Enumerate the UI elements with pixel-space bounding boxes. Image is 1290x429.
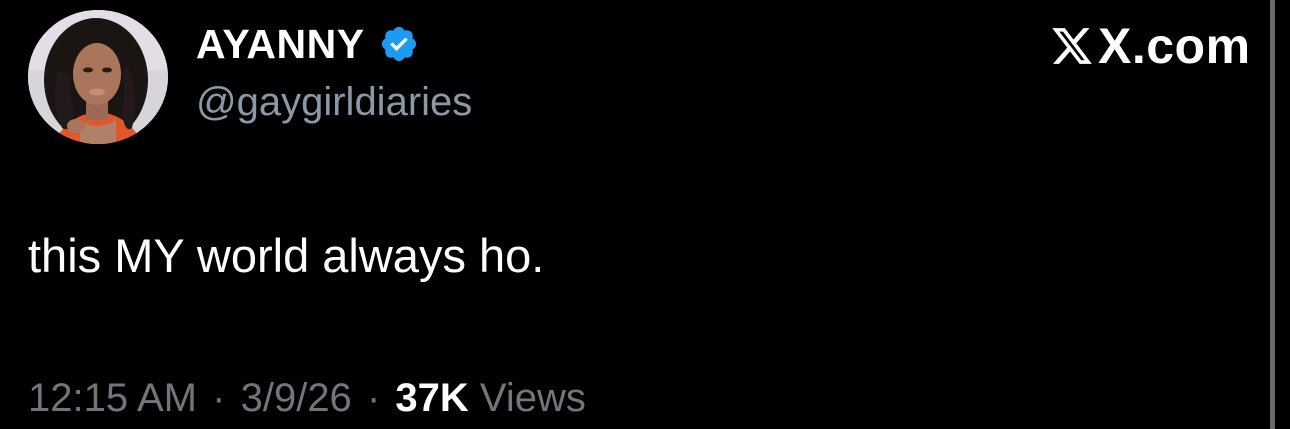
author-name-row[interactable]: AYANNY — [196, 18, 419, 70]
x-logo-icon — [1052, 28, 1092, 64]
tweet-card: AYANNY @gaygirldiaries X.com this MY wor… — [0, 0, 1268, 429]
meta-separator: · — [366, 376, 381, 420]
scrollbar[interactable] — [1270, 0, 1275, 429]
tweet-date[interactable]: 3/9/26 — [241, 376, 352, 420]
verified-badge-icon — [381, 26, 416, 62]
views-label: Views — [479, 376, 586, 420]
tweet-meta: 12:15 AM · 3/9/26 · 37K Views — [28, 376, 586, 421]
avatar[interactable] — [28, 10, 168, 144]
brand-text: X.com — [1098, 18, 1251, 74]
views-count: 37K — [395, 376, 469, 420]
meta-separator: · — [212, 376, 226, 420]
author-handle[interactable]: @gaygirldiaries — [196, 80, 472, 125]
brand-logo[interactable]: X.com — [1050, 18, 1251, 74]
tweet-text: this MY world always ho. — [28, 229, 545, 282]
display-name[interactable]: AYANNY — [196, 21, 365, 68]
tweet-time[interactable]: 12:15 AM — [28, 376, 197, 420]
avatar-image — [28, 10, 168, 144]
